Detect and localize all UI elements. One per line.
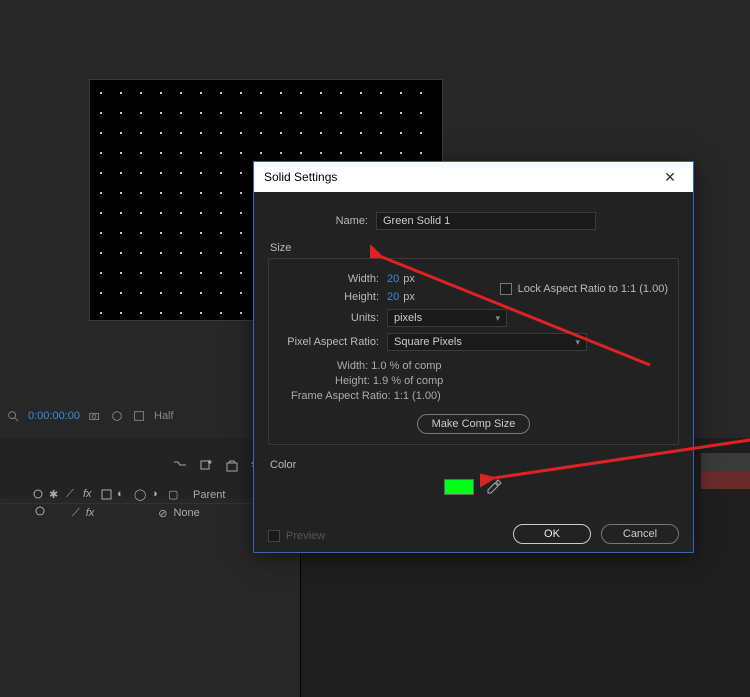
fx-label: fx — [83, 488, 96, 501]
adjust-icon[interactable]: ◑ — [151, 488, 164, 501]
par-label: Pixel Aspect Ratio: — [279, 336, 387, 348]
magnify-icon[interactable] — [6, 409, 20, 423]
timeline-cache-bar — [701, 471, 750, 489]
height-unit: px — [403, 291, 415, 303]
chevron-down-icon: ▾ — [575, 337, 580, 348]
shy-icon[interactable] — [32, 488, 45, 501]
units-label: Units: — [279, 312, 387, 324]
layer-shy-icon[interactable] — [34, 505, 47, 521]
width-label: Width: — [279, 273, 387, 285]
parent-none[interactable]: None — [173, 507, 199, 519]
ok-button[interactable]: OK — [513, 524, 591, 544]
dialog-titlebar[interactable]: Solid Settings ✕ — [254, 162, 693, 192]
make-comp-size-button[interactable]: Make Comp Size — [417, 414, 531, 434]
color-swatch[interactable] — [444, 479, 474, 495]
timecode[interactable]: 0:00:00:00 — [28, 410, 80, 422]
info-far: Frame Aspect Ratio: 1:1 (1.00) — [291, 389, 668, 404]
width-unit: px — [403, 273, 415, 285]
eyedropper-icon[interactable] — [484, 477, 504, 497]
flow-icon[interactable] — [172, 458, 188, 474]
layer-slash-icon[interactable]: ⟋ — [72, 507, 80, 520]
threed-icon[interactable]: ▢ — [168, 488, 181, 501]
checkbox-icon — [500, 283, 512, 295]
layer-fx-icon[interactable]: fx — [86, 507, 95, 519]
close-icon[interactable]: ✕ — [655, 169, 685, 186]
bin-icon[interactable] — [224, 458, 240, 474]
height-label: Height: — [279, 291, 387, 303]
size-section: Width: 20 px Lock Aspect Ratio to 1:1 (1… — [268, 258, 679, 445]
parent-link-icon[interactable]: ⊘ — [158, 507, 167, 520]
av-icon[interactable]: ✱ — [49, 488, 62, 501]
info-height: Height: 1.9 % of comp — [309, 374, 668, 389]
blend-icon[interactable]: ◐ — [117, 488, 130, 501]
camera-icon[interactable] — [88, 409, 102, 423]
info-width: Width: 1.0 % of comp — [309, 359, 668, 374]
effects-icon[interactable]: ⟋ — [66, 488, 79, 501]
draft-quality-icon[interactable] — [110, 409, 124, 423]
solid-settings-dialog: Solid Settings ✕ Name: Size Width: 20 px… — [253, 161, 694, 553]
new-layer-icon[interactable] — [198, 458, 214, 474]
size-section-title: Size — [270, 242, 679, 254]
par-value: Square Pixels — [394, 336, 462, 348]
name-input[interactable] — [376, 212, 596, 230]
preview-checkbox[interactable] — [268, 530, 280, 542]
width-input[interactable]: 20 — [387, 273, 399, 285]
parent-column-label: Parent — [193, 489, 225, 501]
workspace: 0:00:00:00 Half ✱ ⟋ fx — [0, 0, 750, 697]
height-input[interactable]: 20 — [387, 291, 399, 303]
name-label: Name: — [268, 215, 376, 227]
chevron-down-icon: ▾ — [495, 313, 500, 324]
resolution-dropdown[interactable]: Half — [154, 410, 174, 422]
quality-icon[interactable] — [100, 488, 113, 501]
motion-blur-icon[interactable]: ◯ — [134, 488, 147, 501]
color-section-title: Color — [270, 459, 679, 471]
units-value: pixels — [394, 312, 422, 324]
par-select[interactable]: Square Pixels ▾ — [387, 333, 587, 351]
dialog-title: Solid Settings — [264, 170, 337, 184]
timeline-header-strip — [701, 453, 750, 471]
cancel-button[interactable]: Cancel — [601, 524, 679, 544]
channel-icon[interactable] — [132, 409, 146, 423]
lock-aspect-label: Lock Aspect Ratio to 1:1 (1.00) — [518, 283, 668, 295]
preview-label: Preview — [286, 530, 325, 542]
lock-aspect-checkbox[interactable]: Lock Aspect Ratio to 1:1 (1.00) — [500, 283, 668, 295]
units-select[interactable]: pixels ▾ — [387, 309, 507, 327]
